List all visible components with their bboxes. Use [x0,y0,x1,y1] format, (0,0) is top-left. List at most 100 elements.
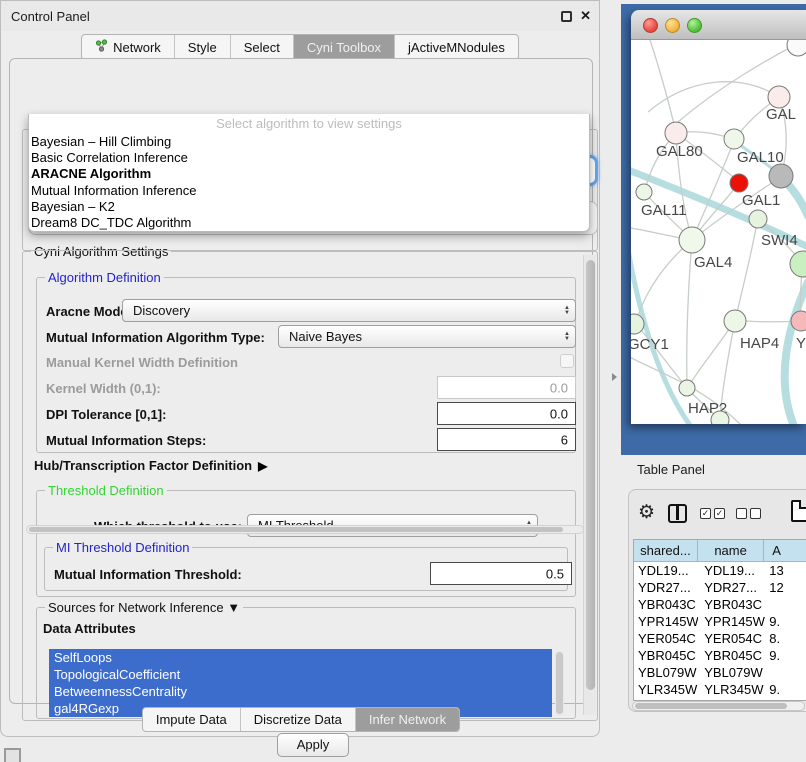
network-node[interactable] [711,411,729,424]
column-header-name[interactable]: name [698,540,764,561]
tab-select[interactable]: Select [231,35,294,59]
network-node[interactable] [679,227,705,253]
top-tabbar: Network Style Select Cyni Toolbox jActiv… [1,34,599,60]
network-edge[interactable] [785,282,806,424]
scrollbar-thumb[interactable] [29,527,563,532]
algorithm-option[interactable]: Dream8 DC_TDC Algorithm [29,215,589,231]
zoom-traffic-light-icon[interactable] [687,18,702,33]
network-node[interactable] [724,129,744,149]
apply-button[interactable]: Apply [277,733,349,757]
mi-steps-label: Mutual Information Steps: [46,433,206,448]
network-canvas[interactable]: GALGAL80GAL10GAL1GAL11GAL4SWI4GCY1HAP4YH… [631,40,806,424]
table-row[interactable]: YBR045CYBR045C9. [634,647,806,664]
close-icon[interactable]: ✕ [580,8,591,24]
network-node[interactable] [790,251,806,277]
network-node[interactable] [724,310,746,332]
tab-network[interactable]: Network [82,35,175,59]
hub-definition-label: Hub/Transcription Factor Definition [34,458,252,473]
network-edge[interactable] [636,240,692,322]
tab-style[interactable]: Style [175,35,231,59]
network-view-window: GALGAL80GAL10GAL1GAL11GAL4SWI4GCY1HAP4YH… [631,10,806,424]
scrollbar-thumb[interactable] [586,260,595,690]
attribute-list-item[interactable]: BetweennessCentrality [49,683,552,700]
network-node[interactable] [769,164,793,188]
network-edge[interactable] [687,240,692,386]
algorithm-dropdown-popup: Select algorithm to view settings Bayesi… [28,114,590,232]
window-title: Control Panel [11,9,90,24]
network-node[interactable] [791,311,806,331]
tab-discretize-data[interactable]: Discretize Data [241,708,356,731]
network-node[interactable] [749,210,767,228]
kernel-width-field[interactable]: 0.0 [437,376,576,399]
dpi-tolerance-field[interactable]: 0.0 [437,402,576,425]
deselect-all-columns-icon[interactable] [736,508,761,519]
control-panel-titlebar[interactable]: Control Panel ✕ [1,1,599,31]
table-row[interactable]: YPR145WYPR145W9. [634,613,806,630]
table-row[interactable]: YDL19...YDL19...13 [634,562,806,579]
node-label: Y [796,335,806,352]
split-divider-arrow[interactable] [612,373,617,381]
column-header-truncated[interactable]: A [764,540,806,561]
network-node[interactable] [730,174,748,192]
node-label: SWI4 [761,232,798,249]
algorithm-option[interactable]: Mutual Information Inference [29,183,589,199]
attribute-list-item[interactable]: TopologicalCoefficient [49,666,552,683]
algorithm-option[interactable]: Bayesian – Hill Climbing [29,134,589,150]
export-table-icon[interactable] [791,500,806,522]
hub-definition-toggle[interactable]: Hub/Transcription Factor Definition▶ [34,458,267,473]
network-node[interactable] [787,40,806,56]
table-row[interactable]: YBR043CYBR043C [634,596,806,613]
close-traffic-light-icon[interactable] [643,18,658,33]
table-cell: 9. [765,681,806,698]
network-window-titlebar[interactable] [631,10,806,40]
network-node[interactable] [768,86,790,108]
network-node[interactable] [665,122,687,144]
table-row[interactable]: YER054CYER054C8. [634,630,806,647]
table-cell: YER054C [634,630,698,647]
table-row[interactable]: YLR345WYLR345W9. [634,681,806,698]
network-node[interactable] [636,184,652,200]
minimized-panel-icon[interactable] [4,748,21,762]
select-all-columns-icon[interactable]: ✓✓ [700,508,725,519]
network-node[interactable] [679,380,695,396]
mi-threshold-field[interactable]: 0.5 [430,562,572,585]
scrollbar-thumb[interactable] [556,652,563,714]
table-cell: YBR045C [634,647,698,664]
column-header-shared-name[interactable]: shared... [634,540,698,561]
scrollbar-thumb[interactable] [635,703,787,709]
algorithm-dropdown-items: Bayesian – Hill ClimbingBasic Correlatio… [29,134,589,231]
tab-impute-data[interactable]: Impute Data [143,708,241,731]
float-window-icon[interactable] [561,11,572,22]
network-edge[interactable] [690,321,735,384]
sources-title-row[interactable]: Sources for Network Inference ▼ [45,600,243,615]
network-edge[interactable] [735,222,757,321]
manual-kernel-width-label: Manual Kernel Width Definition [46,355,238,370]
manual-kernel-width-checkbox[interactable] [560,354,574,368]
attribute-list-item[interactable]: SelfLoops [49,649,552,666]
settings-scrollbar[interactable] [583,255,596,715]
algorithm-option[interactable]: ARACNE Algorithm [29,166,589,182]
gear-icon[interactable]: ⚙ [638,501,655,524]
algorithm-option[interactable]: Basic Correlation Inference [29,150,589,166]
network-edge[interactable] [648,82,779,112]
table-hscrollbar[interactable] [632,701,805,711]
network-edge[interactable] [650,40,674,124]
aracne-mode-select[interactable]: Discovery ▲▼ [122,299,576,322]
table-row[interactable]: YDR27...YDR27...12 [634,579,806,596]
tab-cyni-toolbox[interactable]: Cyni Toolbox [294,35,395,59]
minimize-traffic-light-icon[interactable] [665,18,680,33]
node-label: HAP4 [740,335,779,352]
algorithm-option[interactable]: Bayesian – K2 [29,199,589,215]
table-body: YDL19...YDL19...13YDR27...YDR27...12YBR0… [634,562,806,701]
settings-hscrollbar[interactable] [26,525,584,534]
mi-algorithm-type-select[interactable]: Naive Bayes ▲▼ [278,325,576,348]
tab-label: Impute Data [156,712,227,727]
columns-icon[interactable] [668,504,687,523]
table-header-row: shared... name A [634,540,806,562]
mi-steps-field[interactable]: 6 [437,428,576,451]
table-row[interactable]: YBL079WYBL079W [634,664,806,681]
tab-jactivemnodules[interactable]: jActiveMNodules [395,35,518,59]
combo-stepper-icon: ▲▼ [559,306,575,316]
tab-infer-network[interactable]: Infer Network [356,708,459,731]
table-cell: YLR345W [634,681,698,698]
